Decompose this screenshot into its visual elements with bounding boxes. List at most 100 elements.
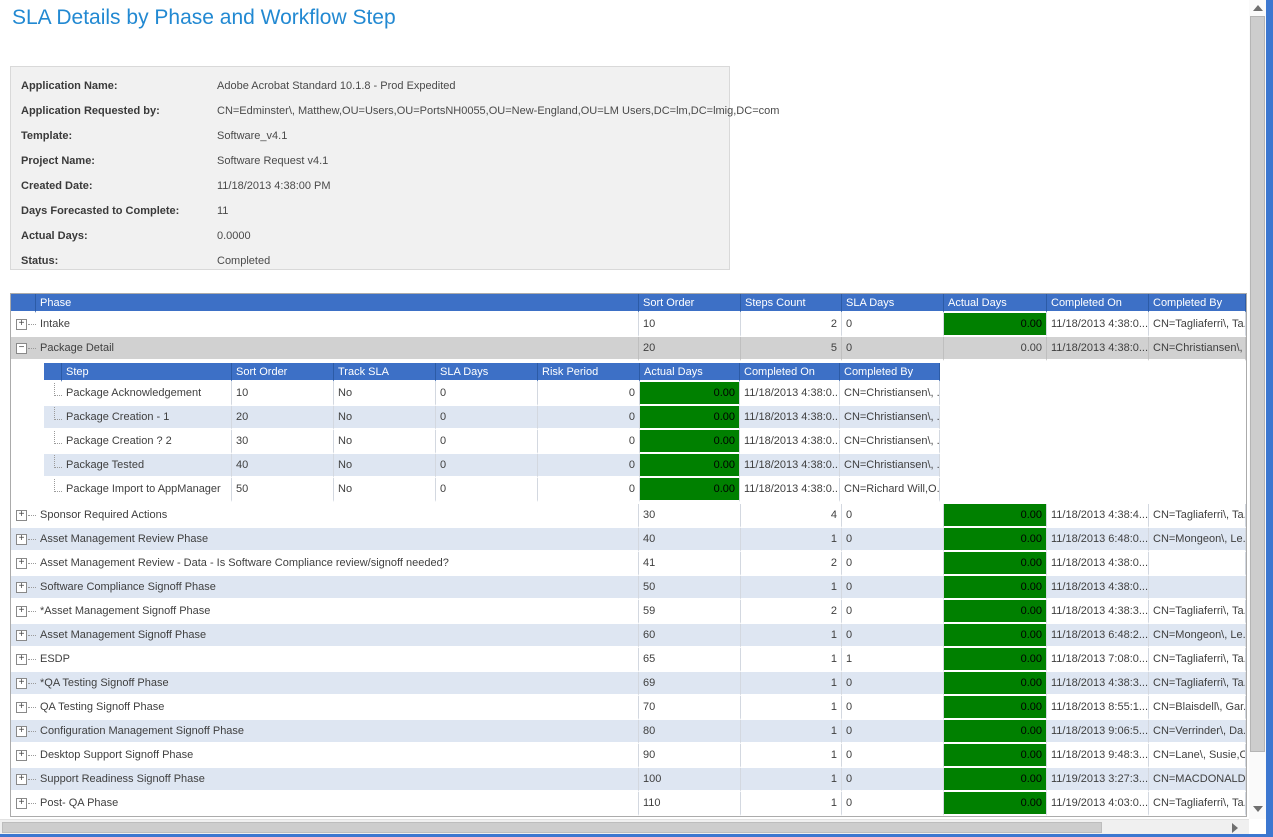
- expand-icon[interactable]: +: [16, 534, 27, 545]
- phase-row[interactable]: +*QA Testing Signoff Phase69100.0011/18/…: [11, 672, 1246, 696]
- expand-icon[interactable]: +: [16, 319, 27, 330]
- scroll-right-icon[interactable]: [1232, 823, 1238, 833]
- info-field-row: Application Name:Adobe Acrobat Standard …: [21, 73, 729, 98]
- phase-actual-days: 0.00: [944, 552, 1047, 576]
- phase-row[interactable]: +Software Compliance Signoff Phase50100.…: [11, 576, 1246, 600]
- step-row[interactable]: Package Tested40No000.0011/18/2013 4:38:…: [44, 454, 941, 478]
- phase-actual-days: 0.00: [944, 576, 1047, 600]
- step-sort-order: 20: [232, 406, 334, 430]
- phase-row[interactable]: +Desktop Support Signoff Phase90100.0011…: [11, 744, 1246, 768]
- info-field-label: Project Name:: [21, 155, 217, 167]
- phase-actual-days: 0.00: [944, 600, 1047, 624]
- phase-row[interactable]: +Asset Management Signoff Phase60100.001…: [11, 624, 1246, 648]
- phase-actual-days: 0.00: [944, 744, 1047, 768]
- phase-sort-order: 110: [639, 792, 741, 816]
- phase-completed-on: 11/18/2013 4:38:0...: [1047, 313, 1149, 337]
- scroll-down-icon[interactable]: [1253, 806, 1263, 812]
- horizontal-scrollbar-thumb[interactable]: [2, 822, 1102, 833]
- phase-row[interactable]: +Post- QA Phase110100.0011/19/2013 4:03:…: [11, 792, 1246, 816]
- step-sla-days: 0: [436, 406, 538, 430]
- phase-steps-count: 1: [741, 744, 842, 768]
- phase-completed-by: [1149, 552, 1246, 576]
- scroll-up-icon[interactable]: [1253, 5, 1263, 11]
- phase-completed-by: CN=Lane\, Susie,O...: [1149, 744, 1246, 768]
- phase-column-header: SLA Days: [842, 294, 944, 313]
- phase-sort-order: 30: [639, 504, 741, 528]
- phase-row[interactable]: +QA Testing Signoff Phase70100.0011/18/2…: [11, 696, 1246, 720]
- vertical-scrollbar[interactable]: [1249, 0, 1266, 819]
- phase-sla-days: 0: [842, 744, 944, 768]
- phase-table: PhaseSort OrderSteps CountSLA DaysActual…: [10, 293, 1247, 817]
- phase-row[interactable]: +Asset Management Review Phase40100.0011…: [11, 528, 1246, 552]
- collapse-icon[interactable]: −: [16, 343, 27, 354]
- phase-expand-cell: +: [11, 744, 36, 768]
- tree-connector-icon: [54, 455, 62, 468]
- phase-row[interactable]: + Asset Management Review - Data - Is Sof…: [11, 552, 1246, 576]
- expand-icon[interactable]: +: [16, 750, 27, 761]
- phase-expand-cell: +: [11, 648, 36, 672]
- step-table: StepSort OrderTrack SLASLA DaysRisk Peri…: [44, 361, 941, 504]
- step-row[interactable]: Package Import to AppManager50No000.0011…: [44, 478, 941, 502]
- info-field-value: Adobe Acrobat Standard 10.1.8 - Prod Exp…: [217, 80, 456, 92]
- phase-row[interactable]: +Support Readiness Signoff Phase100100.0…: [11, 768, 1246, 792]
- sla-report-page: SLA Details by Phase and Workflow Step A…: [0, 0, 1273, 837]
- step-risk-period: 0: [538, 454, 640, 478]
- expand-icon[interactable]: +: [16, 798, 27, 809]
- step-row[interactable]: Package Creation - 120No000.0011/18/2013…: [44, 406, 941, 430]
- phase-actual-days: 0.00: [944, 624, 1047, 648]
- step-name: Package Acknowledgement: [62, 382, 232, 406]
- window-border-right: [1266, 0, 1273, 837]
- phase-name: Asset Management Review Phase: [36, 528, 639, 552]
- expand-icon[interactable]: +: [16, 606, 27, 617]
- phase-completed-on: 11/18/2013 4:38:4...: [1047, 504, 1149, 528]
- phase-steps-count: 5: [741, 337, 842, 361]
- info-field-value: 11/18/2013 4:38:00 PM: [217, 180, 331, 192]
- phase-header-spacer: [11, 294, 36, 313]
- phase-steps-count: 1: [741, 672, 842, 696]
- phase-row[interactable]: −Package Detail20500.0011/18/2013 4:38:0…: [11, 337, 1246, 361]
- phase-row[interactable]: +*Asset Management Signoff Phase59200.00…: [11, 600, 1246, 624]
- phase-row[interactable]: +Sponsor Required Actions30400.0011/18/2…: [11, 504, 1246, 528]
- step-completed-on: 11/18/2013 4:38:0...: [740, 406, 840, 430]
- step-column-header: SLA Days: [436, 363, 538, 382]
- expand-icon[interactable]: +: [16, 726, 27, 737]
- phase-completed-by: CN=Blaisdell\, Gar...: [1149, 696, 1246, 720]
- phase-sort-order: 59: [639, 600, 741, 624]
- phase-expand-cell: +: [11, 768, 36, 792]
- step-row[interactable]: Package Acknowledgement10No000.0011/18/2…: [44, 382, 941, 406]
- phase-sort-order: 10: [639, 313, 741, 337]
- phase-name: Configuration Management Signoff Phase: [36, 720, 639, 744]
- horizontal-scrollbar[interactable]: [0, 819, 1249, 834]
- step-column-header: Completed On: [740, 363, 840, 382]
- expand-icon[interactable]: +: [16, 582, 27, 593]
- phase-sla-days: 0: [842, 576, 944, 600]
- step-column-header: Sort Order: [232, 363, 334, 382]
- step-sla-days: 0: [436, 382, 538, 406]
- expand-icon[interactable]: +: [16, 774, 27, 785]
- phase-name: QA Testing Signoff Phase: [36, 696, 639, 720]
- step-sort-order: 50: [232, 478, 334, 502]
- expand-icon[interactable]: +: [16, 678, 27, 689]
- expand-icon[interactable]: +: [16, 630, 27, 641]
- step-name: Package Creation - 1: [62, 406, 232, 430]
- vertical-scrollbar-thumb[interactable]: [1250, 16, 1265, 752]
- phase-name: Asset Management Review - Data - Is Soft…: [36, 552, 639, 576]
- phase-table-header-row: PhaseSort OrderSteps CountSLA DaysActual…: [11, 294, 1246, 313]
- phase-sla-days: 0: [842, 792, 944, 816]
- info-field-value: 0.0000: [217, 230, 251, 242]
- step-completed-by: CN=Richard Will,O...: [840, 478, 940, 502]
- expand-icon[interactable]: +: [16, 702, 27, 713]
- phase-sort-order: 80: [639, 720, 741, 744]
- phase-completed-on: 11/18/2013 4:38:3...: [1047, 600, 1149, 624]
- phase-steps-count: 2: [741, 313, 842, 337]
- phase-row[interactable]: +ESDP65110.0011/18/2013 7:08:0...CN=Tagl…: [11, 648, 1246, 672]
- expand-icon[interactable]: +: [16, 558, 27, 569]
- phase-row[interactable]: + Configuration Management Signoff Phase8…: [11, 720, 1246, 744]
- expand-icon[interactable]: +: [16, 654, 27, 665]
- phase-completed-on: 11/18/2013 6:48:0...: [1047, 528, 1149, 552]
- expand-icon[interactable]: +: [16, 510, 27, 521]
- phase-row[interactable]: +Intake10200.0011/18/2013 4:38:0...CN=Ta…: [11, 313, 1246, 337]
- step-column-header: Step: [62, 363, 232, 382]
- step-row[interactable]: Package Creation ? 230No000.0011/18/2013…: [44, 430, 941, 454]
- phase-steps-count: 1: [741, 576, 842, 600]
